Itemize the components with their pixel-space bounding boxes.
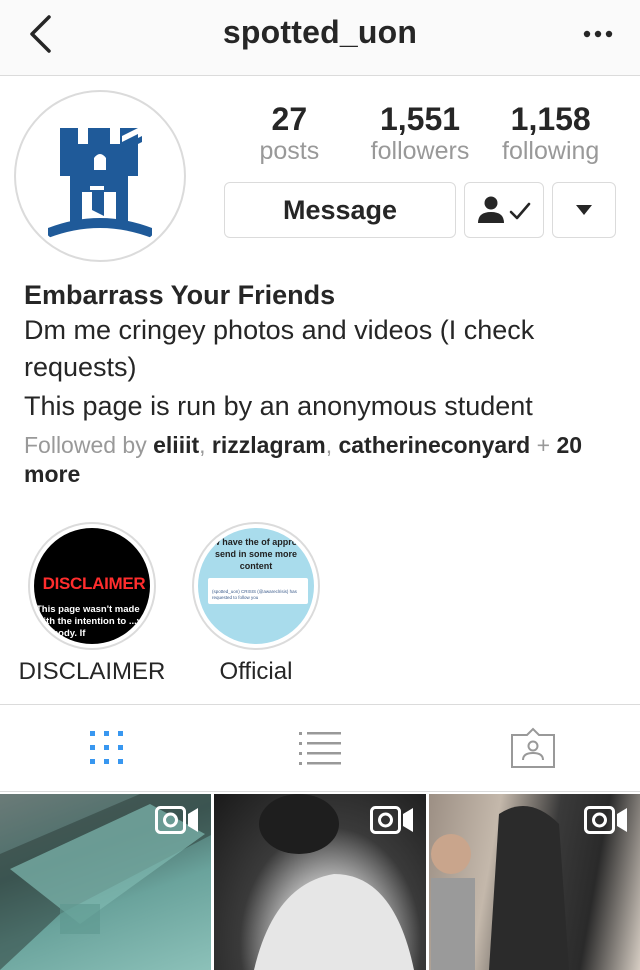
message-button[interactable]: Message [224,182,456,238]
highlight-cover-text: ...ow have the of approval, send in some… [199,537,313,571]
followers-count: 1,551 [379,101,461,137]
highlight-label: Official [219,658,293,685]
following-label: following [502,137,600,165]
following-button[interactable] [464,182,544,238]
post-thumbnail[interactable] [0,794,212,970]
ellipsis-icon [583,30,613,38]
video-icon [369,806,413,834]
profile-stats: 27 posts 1,551 followers 1,158 following [224,100,616,164]
followed-by[interactable]: Followed by eliiit, rizzlagram, catherin… [24,431,624,489]
tab-grid[interactable] [0,705,213,791]
list-icon [298,732,341,765]
follower-link-rizzlagram[interactable]: rizzlagram [212,432,326,458]
profile-name: Embarrass Your Friends [24,280,336,310]
posts-label: posts [259,137,320,165]
highlight-label: DISCLAIMER [18,658,166,685]
highlight-disclaimer[interactable]: DISCLAIMER This page wasn't made with th… [17,522,167,686]
top-bar: spotted_uon [0,0,640,76]
highlight-official[interactable]: ...ow have the of approval, send in some… [181,522,331,686]
following-stat[interactable]: 1,158 following [485,100,616,164]
suggestions-dropdown-button[interactable] [552,182,616,238]
follower-link-eliiit[interactable]: eliiit [153,432,199,458]
more-options-button[interactable] [576,16,620,52]
bio-line-1: Dm me cringey photos and videos (I check… [24,315,535,382]
profile-bio: Embarrass Your Friends Dm me cringey pho… [24,278,624,489]
profile-avatar[interactable] [14,90,186,262]
caret-down-icon [576,205,592,215]
highlight-ring: DISCLAIMER This page wasn't made with th… [28,522,156,650]
highlight-cover-text: This page wasn't made with the intention… [36,604,143,639]
highlight-cover: DISCLAIMER This page wasn't made with th… [34,528,150,644]
highlight-cover: ...ow have the of approval, send in some… [198,528,314,644]
posts-count: 27 [271,101,308,137]
page-title: spotted_uon [222,14,418,50]
highlight-cover-card-text: (spotted_uon) CRISIS (@awareclrisis) has… [212,589,297,600]
post-thumbnail[interactable] [428,794,640,970]
followers-label: followers [370,137,470,165]
following-count: 1,158 [510,101,591,137]
post-thumbnail[interactable] [214,794,426,970]
followers-stat[interactable]: 1,551 followers [355,100,486,164]
bio-line-2: This page is run by an anonymous student [24,391,533,421]
tab-tagged[interactable] [427,705,640,791]
post-grid [0,794,640,970]
highlight-cover-title: DISCLAIMER [42,574,146,593]
video-icon [155,806,199,834]
profile-tabs [0,704,640,792]
follower-link-catherineconyard[interactable]: catherineconyard [338,432,530,458]
tab-list[interactable] [213,705,426,791]
video-icon [583,806,627,834]
person-check-icon [478,196,531,223]
highlight-ring: ...ow have the of approval, send in some… [192,522,320,650]
grid-icon [89,731,123,764]
followed-by-prefix: Followed by [24,432,154,458]
posts-stat[interactable]: 27 posts [224,100,355,164]
avatar-image [21,97,179,255]
castle-tower-logo-icon [48,126,152,238]
tagged-icon [511,727,556,768]
followed-by-plus: + [530,432,557,458]
